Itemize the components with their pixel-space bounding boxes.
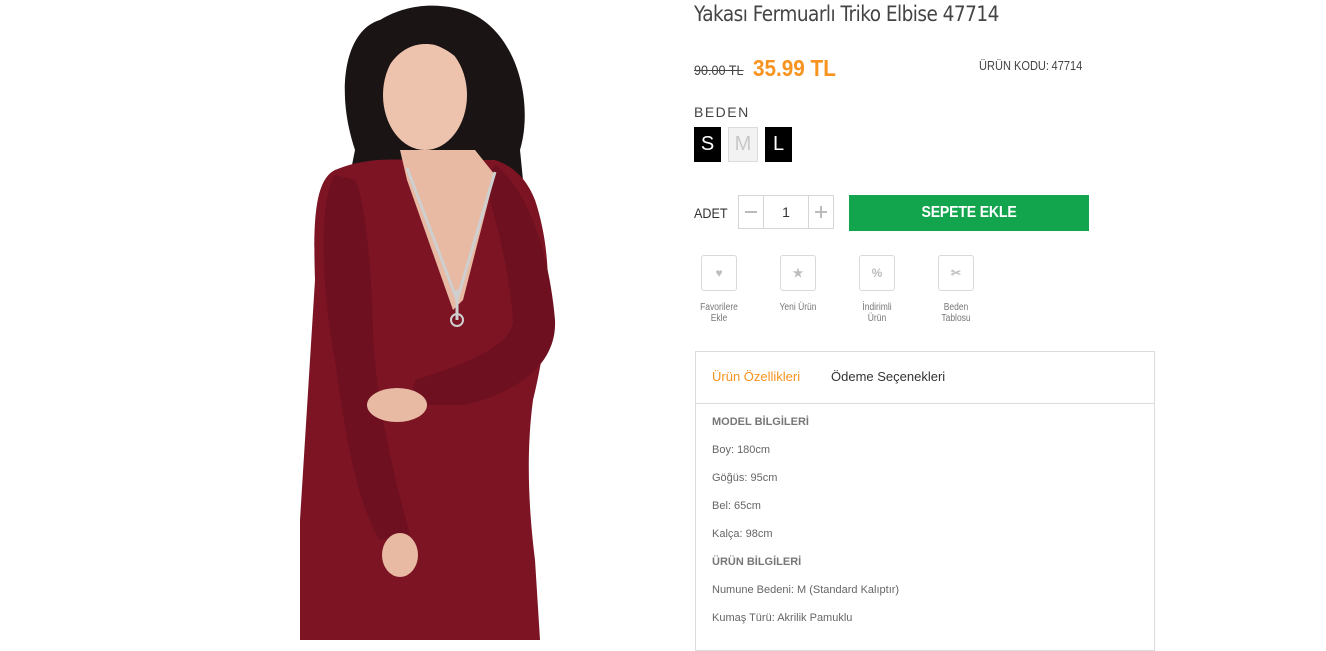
size-chart-action[interactable]: ✂ Beden Tablosu	[931, 255, 981, 324]
size-label: BEDEN	[694, 104, 750, 120]
spec-row: Kumaş Türü: Akrilik Pamuklu	[712, 612, 853, 624]
scissors-icon: ✂	[938, 255, 974, 291]
spec-row: Boy: 180cm	[712, 444, 771, 456]
discount-action[interactable]: % İndirimli Ürün	[852, 255, 902, 324]
product-code-label: ÜRÜN KODU:	[979, 58, 1049, 73]
spec-row: Kalça: 98cm	[712, 528, 773, 540]
new-product-action[interactable]: ★ Yeni Ürün	[773, 255, 823, 313]
product-title: Yakası Fermuarlı Triko Elbise 47714	[694, 2, 999, 26]
heart-icon: ♥	[701, 255, 737, 291]
discount-label: İndirimli Ürün	[862, 302, 892, 324]
star-icon: ★	[780, 255, 816, 291]
quantity-input[interactable]	[763, 196, 809, 228]
percent-glyph: %	[871, 266, 883, 280]
spec-row: Bel: 65cm	[712, 500, 761, 512]
star-glyph: ★	[792, 266, 804, 280]
heart-glyph: ♥	[715, 266, 723, 280]
current-price: 35.99 TL	[753, 55, 836, 81]
old-price: 90.00 TL	[694, 62, 744, 78]
spec-heading-product: ÜRÜN BİLGİLERİ	[712, 556, 802, 568]
percent-icon: %	[859, 255, 895, 291]
size-option-s[interactable]: S	[694, 127, 721, 162]
add-to-cart-button[interactable]: SEPETE EKLE	[849, 195, 1089, 231]
size-option-l[interactable]: L	[765, 127, 792, 162]
product-code: ÜRÜN KODU: 47714	[979, 58, 1082, 73]
product-photo-illustration	[300, 5, 556, 640]
size-option-m: M	[728, 127, 758, 162]
details-tabs: Ürün Özellikleri Ödeme Seçenekleri	[696, 352, 1154, 404]
spec-heading-model: MODEL BİLGİLERİ	[712, 416, 809, 428]
tab-product-features[interactable]: Ürün Özellikleri	[712, 369, 800, 384]
size-chart-label: Beden Tablosu	[941, 302, 971, 324]
favorite-action[interactable]: ♥ Favorilere Ekle	[694, 255, 744, 324]
size-selector: S M L	[694, 127, 792, 162]
product-image[interactable]	[195, 0, 665, 640]
minus-icon[interactable]	[739, 196, 763, 228]
add-to-cart-label: SEPETE EKLE	[921, 204, 1017, 221]
quantity-label: ADET	[694, 205, 728, 221]
product-code-value: 47714	[1051, 58, 1083, 73]
plus-icon[interactable]	[809, 196, 833, 228]
spec-row: Numune Bedeni: M (Standard Kalıptır)	[712, 584, 900, 596]
product-details-panel: Ürün Özellikleri Ödeme Seçenekleri MODEL…	[695, 351, 1155, 651]
spec-row: Göğüs: 95cm	[712, 472, 778, 484]
scissors-glyph: ✂	[950, 266, 962, 280]
tab-payment-options[interactable]: Ödeme Seçenekleri	[831, 369, 945, 384]
favorite-label: Favorilere Ekle	[700, 302, 738, 324]
new-product-label: Yeni Ürün	[779, 302, 817, 313]
quantity-stepper	[738, 195, 834, 229]
